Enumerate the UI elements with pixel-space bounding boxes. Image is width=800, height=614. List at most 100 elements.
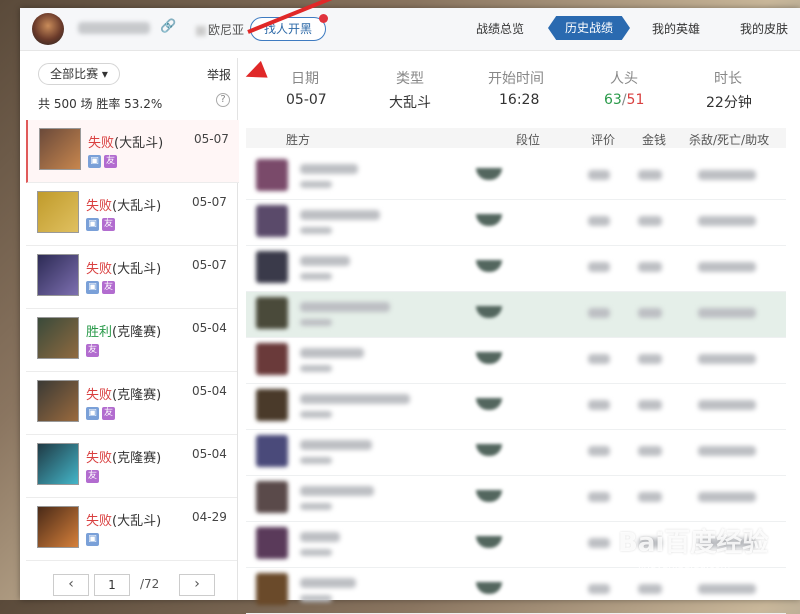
player-avatar xyxy=(256,205,288,237)
rank-icon xyxy=(476,352,502,364)
player-row[interactable] xyxy=(246,338,786,384)
col-rank: 段位 xyxy=(516,133,541,147)
blurred-player-name xyxy=(300,578,356,588)
next-page-button[interactable]: › xyxy=(179,574,215,596)
rank-icon xyxy=(476,398,502,410)
blurred-player-icons xyxy=(300,457,332,464)
player-row[interactable] xyxy=(246,246,786,292)
match-date: 04-29 xyxy=(192,510,227,524)
blurred-kda xyxy=(698,492,756,502)
match-type-dropdown[interactable]: 全部比赛 ▾ xyxy=(38,63,120,85)
stat-start-label: 开始时间 xyxy=(488,71,544,87)
player-row[interactable] xyxy=(246,476,786,522)
stat-date-label: 日期 xyxy=(291,71,319,87)
match-result: 胜利(克隆赛) xyxy=(86,325,162,340)
notification-dot xyxy=(319,14,328,23)
match-date: 05-07 xyxy=(192,195,227,209)
report-link[interactable]: 举报 xyxy=(207,66,231,83)
match-badges: 友 xyxy=(86,469,102,483)
col-winner: 胜方 xyxy=(286,133,311,147)
blurred-player-icons xyxy=(300,503,332,510)
match-row[interactable]: 失败(大乱斗) 05-07 ▣ 友 xyxy=(26,246,237,309)
rank-icon xyxy=(476,214,502,226)
rank-icon xyxy=(476,444,502,456)
player-row[interactable] xyxy=(246,430,786,476)
match-badges: ▣ 友 xyxy=(86,217,118,231)
blurred-gold xyxy=(638,400,662,410)
tab-my-skins[interactable]: 我的皮肤 xyxy=(740,20,788,37)
blurred-player-icons xyxy=(300,365,332,372)
blurred-player-name xyxy=(300,532,340,542)
match-result: 失败(克隆赛) xyxy=(86,388,162,403)
match-badges: 友 xyxy=(86,343,102,357)
help-icon[interactable]: ? xyxy=(216,93,230,107)
blurred-gold xyxy=(638,446,662,456)
blurred-rating xyxy=(588,308,610,318)
match-date: 05-04 xyxy=(192,447,227,461)
tab-my-heroes[interactable]: 我的英雄 xyxy=(652,20,700,37)
blurred-kda xyxy=(698,446,756,456)
rank-icon xyxy=(476,260,502,272)
rank-icon xyxy=(476,490,502,502)
blurred-player-name xyxy=(300,440,372,450)
match-row[interactable]: 失败(大乱斗) 04-29 ▣ xyxy=(26,498,237,561)
champion-portrait xyxy=(37,317,79,359)
link-icon: 🔗 xyxy=(160,19,177,34)
friend-badge: 友 xyxy=(86,344,99,357)
match-row[interactable]: 胜利(克隆赛) 05-04 友 xyxy=(26,309,237,372)
friend-badge: 友 xyxy=(102,218,115,231)
blurred-player-name xyxy=(300,348,364,358)
blurred-rating xyxy=(588,538,610,548)
blurred-player-name xyxy=(300,164,358,174)
watermark-url: jingyan.baidu.com xyxy=(638,560,731,571)
player-row[interactable] xyxy=(246,384,786,430)
blurred-kda xyxy=(698,354,756,364)
blurred-username xyxy=(78,22,150,34)
match-row[interactable]: 失败(大乱斗) 05-07 ▣ 友 xyxy=(26,183,237,246)
match-detail-panel: 日期 05-07 类型 大乱斗 开始时间 16:28 人头 63/51 时长 2… xyxy=(244,58,800,614)
match-badges: ▣ xyxy=(86,532,102,546)
match-badges: ▣ 友 xyxy=(86,406,118,420)
player-avatar xyxy=(256,297,288,329)
screenshot-icon: ▣ xyxy=(88,155,101,168)
blurred-player-name xyxy=(300,394,410,404)
blurred-rating xyxy=(588,262,610,272)
prev-page-button[interactable]: ‹ xyxy=(53,574,89,596)
region-label: 欧尼亚 xyxy=(196,21,244,38)
blurred-gold xyxy=(638,216,662,226)
top-header: 🔗 欧尼亚 找人开黑 战绩总览 历史战绩 我的英雄 我的皮肤 xyxy=(20,8,800,51)
friend-badge: 友 xyxy=(102,407,115,420)
avatar[interactable] xyxy=(32,13,64,45)
blurred-gold xyxy=(638,308,662,318)
blurred-kda xyxy=(698,584,756,594)
player-avatar xyxy=(256,251,288,283)
tab-overview[interactable]: 战绩总览 xyxy=(476,20,524,37)
player-row[interactable] xyxy=(246,292,786,338)
match-date: 05-04 xyxy=(192,321,227,335)
match-row[interactable]: 失败(克隆赛) 05-04 ▣ 友 xyxy=(26,372,237,435)
blurred-rating xyxy=(588,492,610,502)
player-avatar xyxy=(256,389,288,421)
find-teammates-button[interactable]: 找人开黑 xyxy=(250,14,328,41)
match-row[interactable]: 失败(大乱斗) 05-07 ▣ 友 xyxy=(26,120,239,183)
player-row[interactable] xyxy=(246,568,786,614)
blurred-player-name xyxy=(300,256,350,266)
blurred-player-icons xyxy=(300,227,332,234)
match-date: 05-07 xyxy=(192,258,227,272)
champion-portrait xyxy=(37,254,79,296)
player-row[interactable] xyxy=(246,200,786,246)
stat-kills-label: 人头 xyxy=(610,71,638,87)
blurred-rating xyxy=(588,446,610,456)
player-row[interactable] xyxy=(246,154,786,200)
blurred-player-icons xyxy=(300,595,332,602)
friend-badge: 友 xyxy=(102,281,115,294)
rank-icon xyxy=(476,582,502,594)
col-gold: 金钱 xyxy=(642,133,667,147)
match-row[interactable]: 失败(克隆赛) 05-04 友 xyxy=(26,435,237,498)
champion-portrait xyxy=(37,506,79,548)
page-number-input[interactable]: 1 xyxy=(94,574,130,596)
blurred-kda xyxy=(698,262,756,272)
tab-history[interactable]: 历史战绩 xyxy=(548,16,630,40)
match-date: 05-04 xyxy=(192,384,227,398)
blurred-kda xyxy=(698,170,756,180)
